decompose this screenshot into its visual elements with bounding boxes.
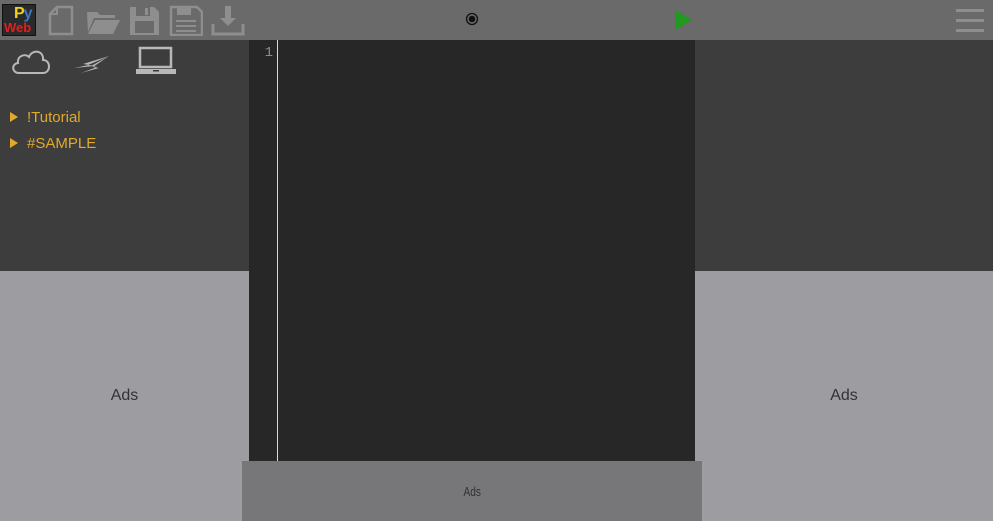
ad-left[interactable]: Ads [0, 271, 249, 521]
ad-bottom[interactable]: Ads [242, 461, 702, 521]
save-as-icon[interactable] [169, 4, 203, 36]
project-tree: !Tutorial #SAMPLE [10, 104, 96, 156]
play-icon[interactable] [672, 9, 694, 31]
download-icon[interactable] [211, 4, 245, 36]
ad-label: Ads [830, 387, 858, 404]
expand-arrow-icon[interactable] [10, 138, 18, 148]
lightning-icon[interactable] [71, 46, 113, 76]
new-file-icon[interactable] [46, 4, 76, 36]
tree-item-sample[interactable]: #SAMPLE [10, 130, 96, 156]
open-folder-icon[interactable] [85, 4, 121, 36]
logo-web: Web [4, 20, 32, 35]
hamburger-menu-icon[interactable] [954, 7, 986, 35]
tree-item-tutorial[interactable]: !Tutorial [10, 104, 96, 130]
file-explorer-panel: !Tutorial #SAMPLE [0, 40, 249, 271]
line-number: 1 [264, 45, 273, 61]
line-number-gutter: 1 [249, 40, 278, 461]
output-panel [695, 40, 993, 271]
record-icon[interactable] [465, 12, 479, 26]
code-input-area[interactable] [279, 40, 695, 461]
cloud-icon[interactable] [9, 46, 53, 76]
save-icon[interactable] [128, 4, 160, 36]
pyweb-logo[interactable]: Py Web [2, 4, 36, 36]
ad-label: Ads [110, 387, 139, 404]
toolbar: Py Web [0, 0, 993, 40]
ad-label: Ads [463, 483, 481, 499]
tree-item-label: #SAMPLE [27, 134, 97, 152]
code-editor[interactable]: 1 [249, 40, 695, 461]
laptop-icon[interactable] [134, 46, 178, 76]
ad-right[interactable]: Ads [695, 271, 993, 521]
tree-item-label: !Tutorial [27, 108, 81, 126]
expand-arrow-icon[interactable] [10, 112, 18, 122]
